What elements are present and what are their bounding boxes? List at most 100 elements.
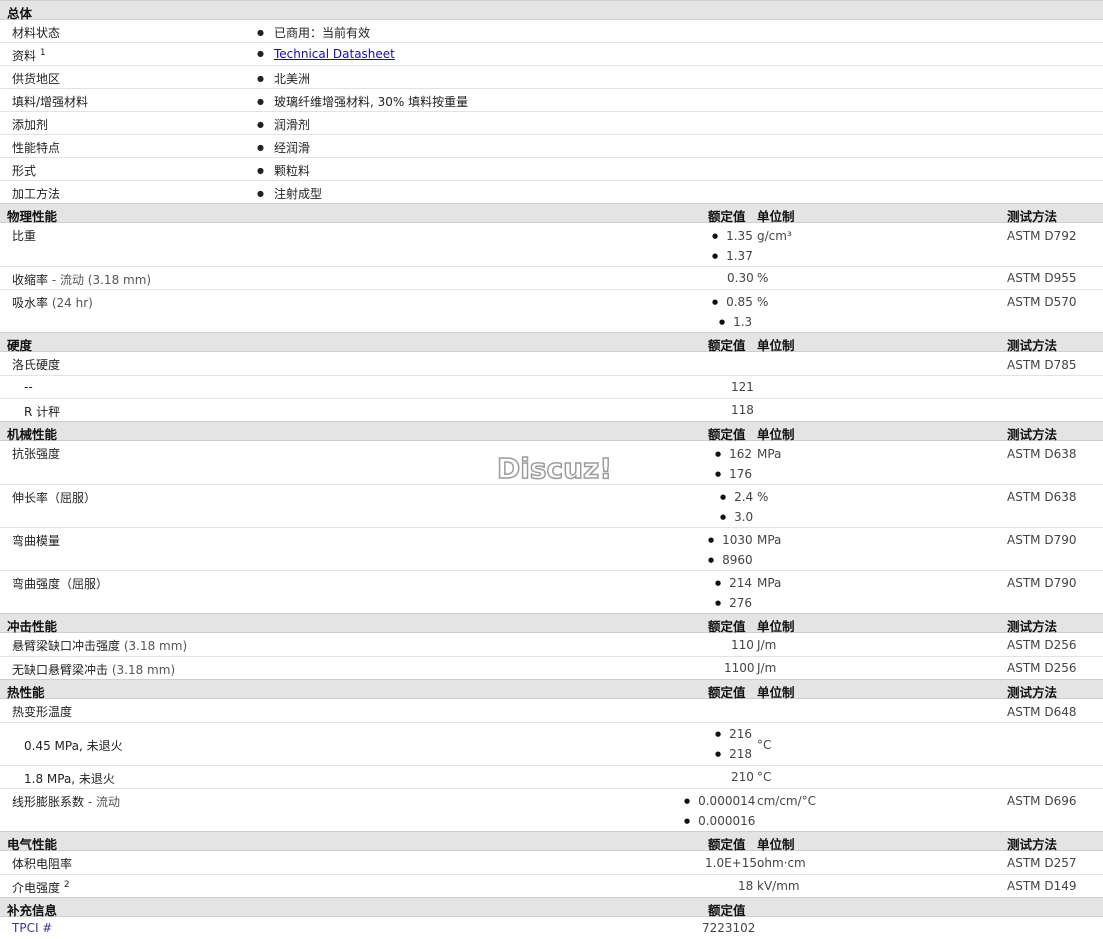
row-value: 颗粒料	[257, 162, 310, 179]
value: 1.3	[719, 315, 752, 329]
row-label: 性能特点	[12, 141, 61, 155]
value: 18	[738, 879, 754, 893]
test-method: ASTM D792	[1007, 229, 1077, 243]
row-value: 玻璃纤维增强材料, 30% 填料按重量	[257, 93, 468, 110]
footnote-marker: 2	[63, 880, 70, 890]
section-header-mechanical: 机械性能 额定值 单位制 测试方法	[0, 421, 1103, 442]
unit: %	[757, 490, 769, 504]
table-row: 介电强度 2 18 kV/mm ASTM D149	[0, 875, 1103, 897]
row-label: 无缺口悬臂梁冲击 (3.18 mm)	[12, 663, 176, 677]
unit: J/m	[757, 638, 777, 652]
section-header-supplement: 补充信息 额定值	[0, 897, 1103, 918]
row-label: 填料/增强材料	[12, 95, 89, 109]
row-label: 洛氏硬度	[12, 358, 61, 372]
table-row: 填料/增强材料 玻璃纤维增强材料, 30% 填料按重量	[0, 89, 1103, 112]
table-row: 弯曲模量 1030 8960 MPa ASTM D790	[0, 528, 1103, 571]
table-row: 体积电阻率 1.0E+15 ohm·cm ASTM D257	[0, 851, 1103, 875]
value: 1100	[724, 661, 755, 675]
value: 7223102	[702, 921, 756, 935]
row-label: TPCI #	[12, 921, 53, 935]
table-row: 性能特点 经润滑	[0, 135, 1103, 158]
section-header-physical: 物理性能 额定值 单位制 测试方法	[0, 203, 1103, 224]
row-value: 北美洲	[257, 70, 310, 87]
value: 0.30	[727, 271, 754, 285]
value: 276	[715, 596, 752, 610]
test-method: ASTM D256	[1007, 638, 1077, 652]
test-method: ASTM D256	[1007, 661, 1077, 675]
test-method: ASTM D570	[1007, 295, 1077, 309]
row-label: 抗张强度	[12, 447, 61, 461]
section-header-impact: 冲击性能 额定值 单位制 测试方法	[0, 613, 1103, 634]
row-label: 资料 1	[12, 48, 46, 63]
row-label: 悬臂梁缺口冲击强度 (3.18 mm)	[12, 639, 188, 653]
watermark: Discuz!	[496, 451, 613, 486]
unit: kV/mm	[757, 879, 800, 893]
row-label: 收缩率 - 流动 (3.18 mm)	[12, 273, 152, 287]
test-method: ASTM D785	[1007, 358, 1077, 372]
unit: ohm·cm	[757, 856, 806, 870]
value: 110	[731, 638, 754, 652]
row-label: 1.8 MPa, 未退火	[24, 772, 115, 786]
row-label: 弯曲强度（屈服）	[12, 577, 109, 591]
section-header-thermal: 热性能 额定值 单位制 测试方法	[0, 679, 1103, 700]
table-row: 线形膨胀系数 - 流动 0.000014 0.000016 cm/cm/°C A…	[0, 789, 1103, 831]
technical-datasheet-link[interactable]: Technical Datasheet	[274, 47, 395, 61]
unit: °C	[757, 738, 772, 752]
row-label: 伸长率（屈服）	[12, 491, 97, 505]
value: 118	[731, 403, 754, 417]
table-row: 弯曲强度（屈服） 214 276 MPa ASTM D790	[0, 571, 1103, 613]
value: 121	[731, 380, 754, 394]
row-label: 吸水率 (24 hr)	[12, 296, 93, 310]
test-method: ASTM D790	[1007, 576, 1077, 590]
unit: cm/cm/°C	[757, 794, 817, 808]
table-row: 热变形温度 ASTM D648	[0, 699, 1103, 723]
unit: MPa	[757, 447, 782, 461]
table-row: 添加剂 润滑剂	[0, 112, 1103, 135]
table-row: 供货地区 北美洲	[0, 66, 1103, 89]
row-value: 已商用：当前有效	[257, 24, 370, 41]
unit: g/cm³	[757, 229, 792, 243]
row-label: R 计秤	[24, 405, 61, 419]
test-method: ASTM D149	[1007, 879, 1077, 893]
table-row: TPCI # 7223102	[0, 917, 1103, 939]
unit: %	[757, 271, 769, 285]
unit: MPa	[757, 576, 782, 590]
value: 176	[715, 467, 752, 481]
section-header-electrical: 电气性能 额定值 单位制 测试方法	[0, 831, 1103, 852]
row-label: 0.45 MPa, 未退火	[24, 739, 123, 753]
table-row: 收缩率 - 流动 (3.18 mm) 0.30 % ASTM D955	[0, 267, 1103, 290]
footnote-marker: 1	[39, 48, 46, 58]
section-header-general: 总体	[0, 0, 1103, 21]
value: 210	[731, 770, 754, 784]
row-label: 形式	[12, 164, 37, 178]
value: 214	[715, 576, 752, 590]
table-row: 悬臂梁缺口冲击强度 (3.18 mm) 110 J/m ASTM D256	[0, 633, 1103, 657]
test-method: ASTM D257	[1007, 856, 1077, 870]
table-row: 0.45 MPa, 未退火 216 218 °C	[0, 723, 1103, 766]
table-row: 加工方法 注射成型	[0, 181, 1103, 203]
value: 0.000016	[684, 814, 755, 828]
value: 0.85	[712, 295, 753, 309]
row-label: 供货地区	[12, 72, 61, 86]
table-row: 材料状态 已商用：当前有效	[0, 20, 1103, 43]
row-value: 注射成型	[257, 185, 322, 202]
row-label: 加工方法	[12, 187, 61, 201]
value: 216	[715, 727, 752, 741]
value: 1030	[708, 533, 753, 547]
value: 218	[715, 747, 752, 761]
test-method: ASTM D638	[1007, 447, 1077, 461]
row-label: 材料状态	[12, 26, 61, 40]
value: 1.0E+15	[705, 856, 757, 870]
row-value: 经润滑	[257, 139, 310, 156]
row-label: --	[24, 380, 33, 394]
row-label: 添加剂	[12, 118, 49, 132]
table-row: 吸水率 (24 hr) 0.85 1.3 % ASTM D570	[0, 290, 1103, 332]
table-row: -- 121	[0, 376, 1103, 399]
value: 1.37	[712, 249, 753, 263]
unit: °C	[757, 770, 772, 784]
value: 2.4	[720, 490, 753, 504]
test-method: ASTM D648	[1007, 705, 1077, 719]
row-label: 弯曲模量	[12, 534, 61, 548]
row-label: 介电强度 2	[12, 880, 70, 895]
table-row: 资料 1 Technical Datasheet	[0, 43, 1103, 66]
